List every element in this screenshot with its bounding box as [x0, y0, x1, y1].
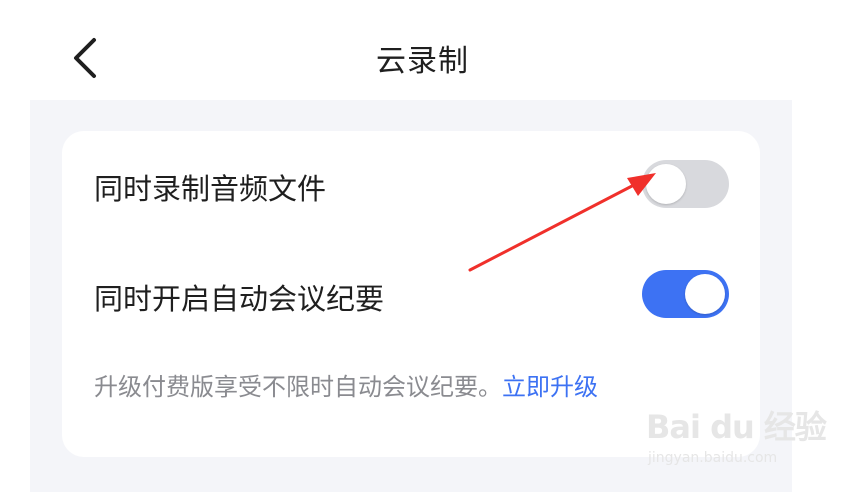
- watermark: Bai du 经验 jingyan.baidu.com: [646, 398, 827, 478]
- record-audio-label: 同时录制音频文件: [94, 172, 327, 206]
- header-bar: 云录制: [0, 0, 845, 100]
- upgrade-now-link[interactable]: 立即升级: [502, 373, 598, 401]
- upgrade-hint: 升级付费版享受不限时自动会议纪要。立即升级: [94, 367, 598, 402]
- page-title: 云录制: [376, 44, 469, 79]
- toggle-knob: [646, 164, 686, 204]
- toggle-knob: [685, 274, 725, 314]
- auto-minutes-label: 同时开启自动会议纪要: [94, 282, 385, 316]
- watermark-domain: jingyan.baidu.com: [648, 450, 778, 466]
- record-audio-toggle[interactable]: [642, 160, 729, 208]
- auto-minutes-toggle[interactable]: [642, 270, 729, 318]
- watermark-brand: Bai du 经验: [646, 408, 827, 446]
- upgrade-hint-text: 升级付费版享受不限时自动会议纪要。: [94, 373, 502, 401]
